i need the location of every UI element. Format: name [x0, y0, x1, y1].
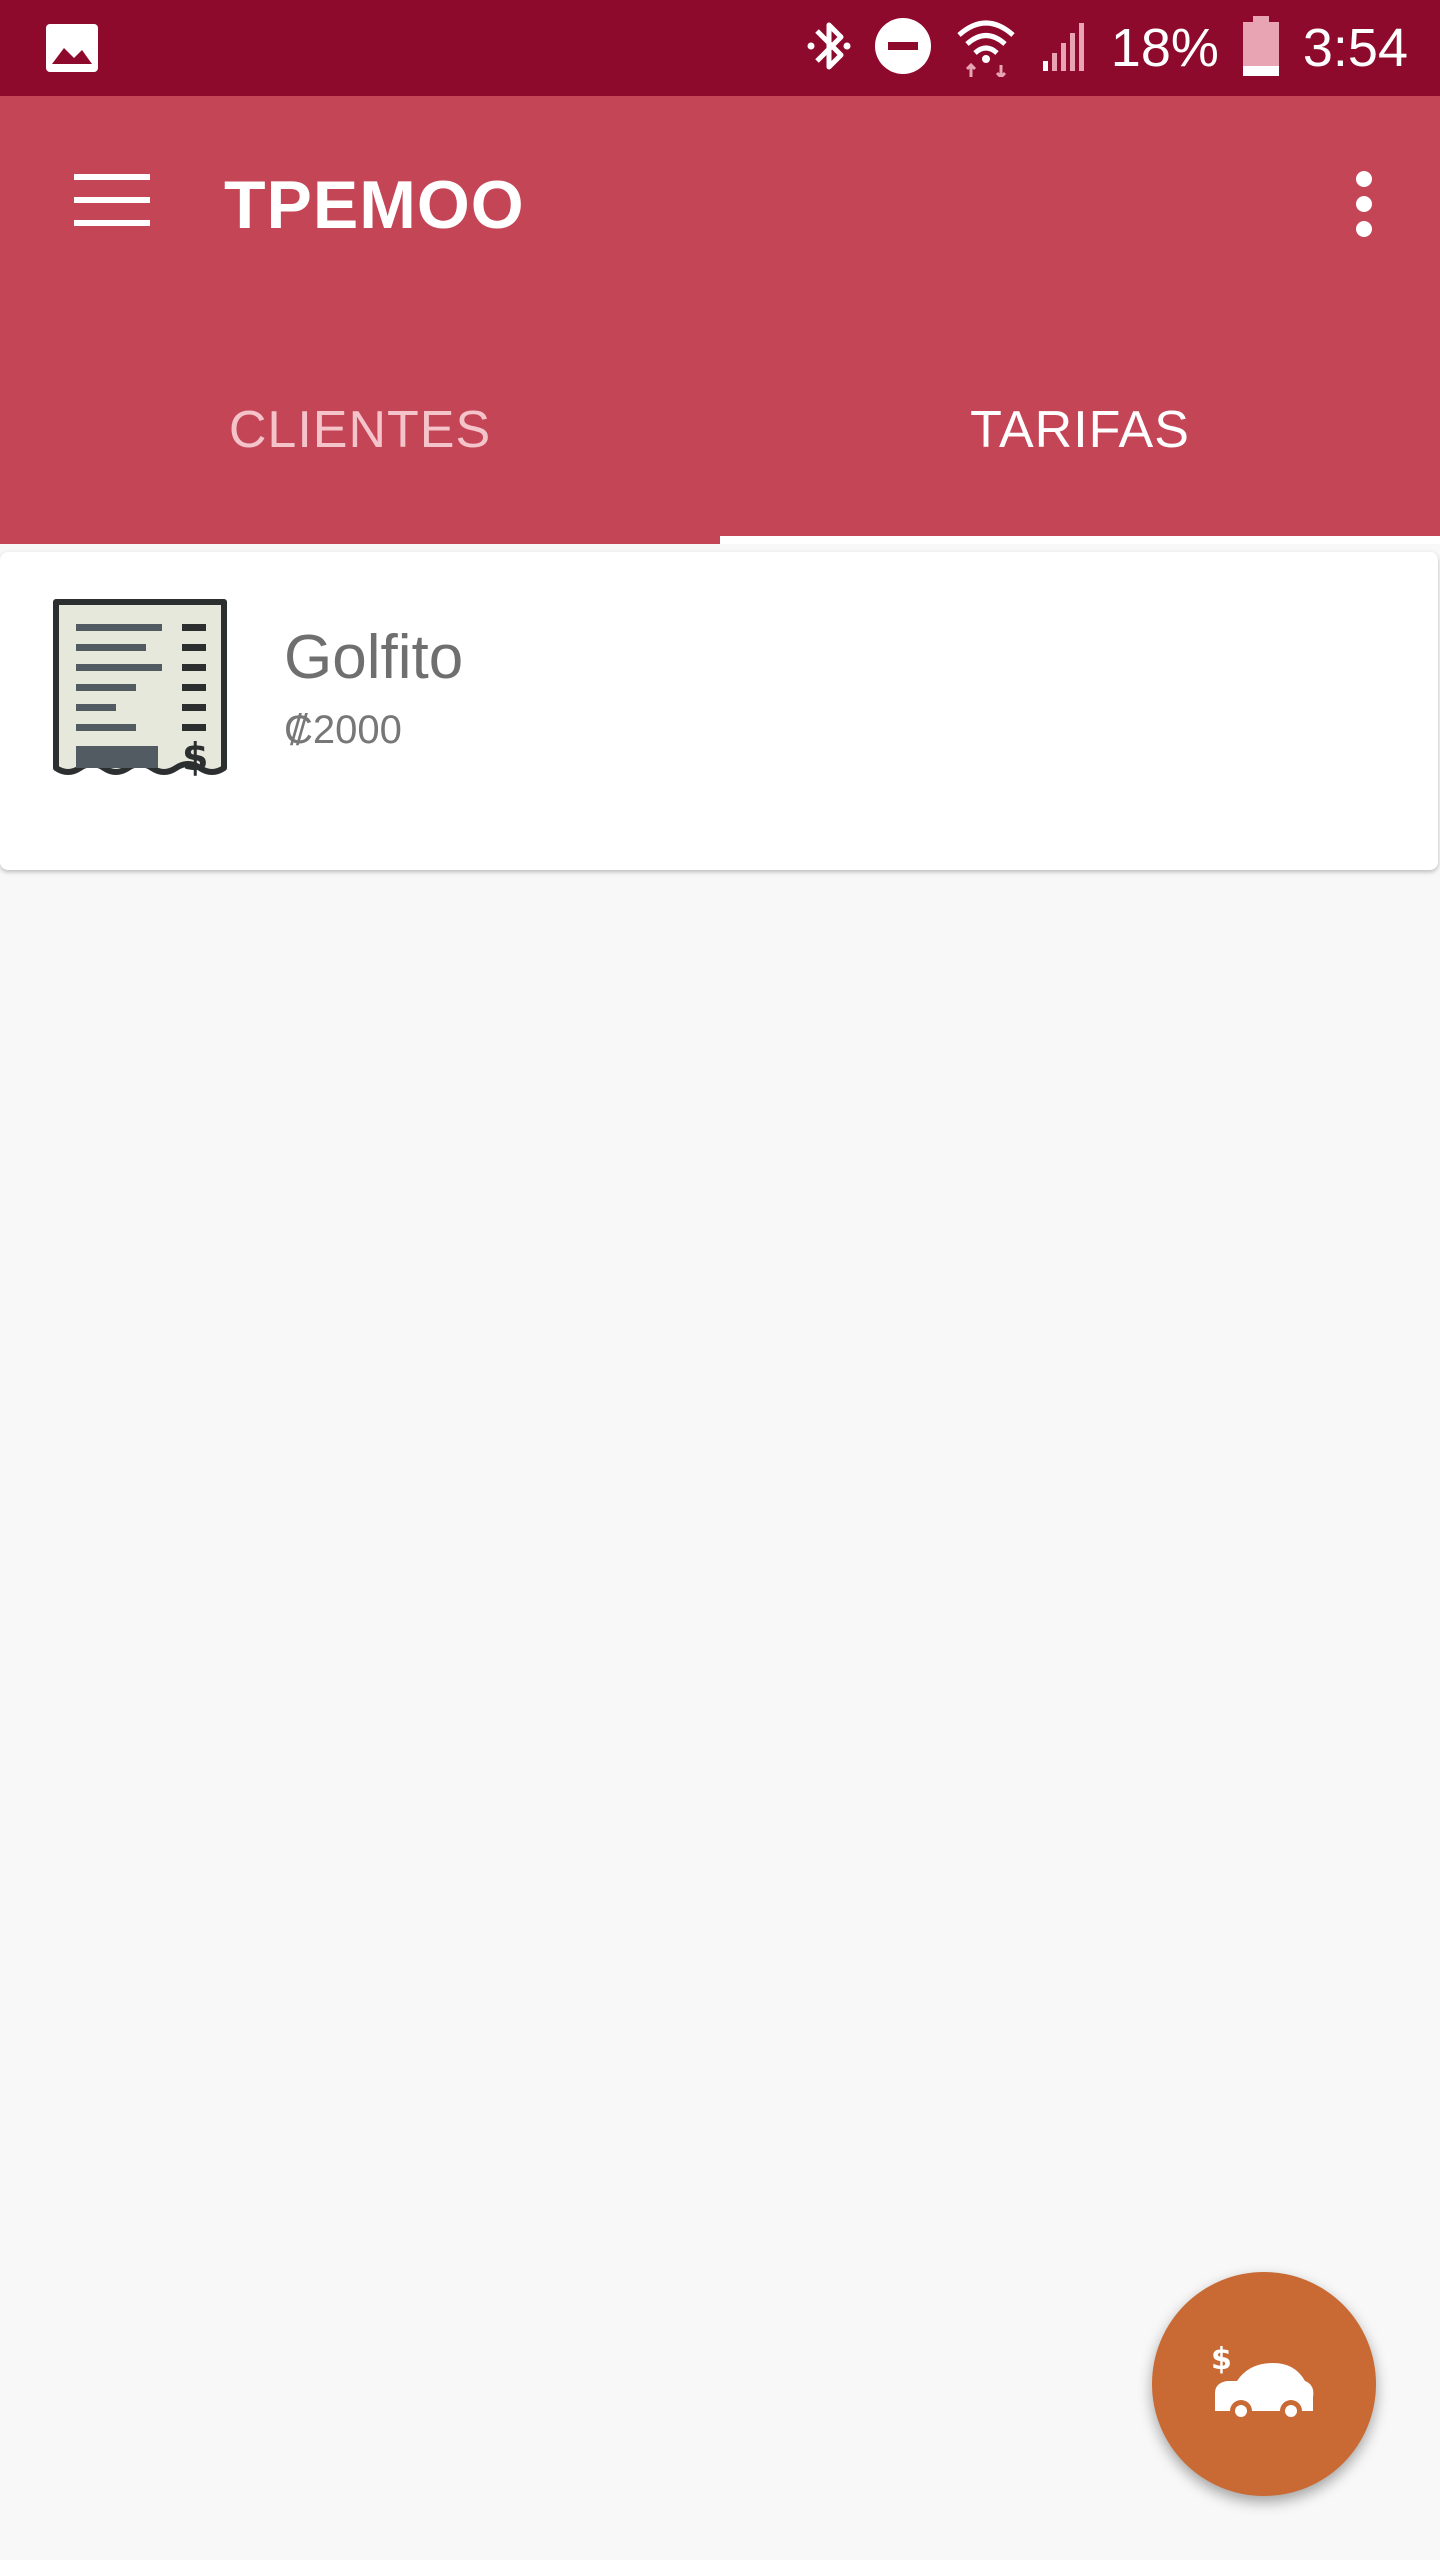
app-bar: TPEMOO CLIENTES TARIFAS	[0, 96, 1440, 544]
receipt-icon: $	[52, 598, 230, 779]
item-title: Golfito	[284, 623, 464, 692]
tab-clientes[interactable]: CLIENTES	[0, 316, 720, 544]
tab-tarifas[interactable]: TARIFAS	[720, 316, 1440, 544]
item-price: ₡2000	[284, 708, 402, 752]
battery-percent: 18%	[1110, 18, 1219, 78]
status-bar: 18% 3:54	[0, 0, 1440, 96]
overflow-menu-button[interactable]	[1328, 166, 1400, 246]
bluetooth-icon	[807, 17, 851, 80]
svg-text:$: $	[1211, 2342, 1232, 2377]
app-title: TPEMOO	[224, 167, 525, 243]
clock: 3:54	[1302, 18, 1408, 78]
list-item[interactable]: $ Golfito ₡2000	[0, 552, 1438, 870]
do-not-disturb-icon	[873, 16, 933, 81]
hamburger-menu-icon	[74, 172, 150, 233]
add-fare-button[interactable]: $	[1152, 2272, 1376, 2496]
car-dollar-icon: $	[1209, 2337, 1319, 2432]
battery-icon	[1241, 15, 1281, 81]
more-vert-icon	[1354, 170, 1374, 243]
signal-icon	[1039, 21, 1089, 76]
wifi-icon	[955, 15, 1017, 82]
menu-button[interactable]	[56, 156, 168, 248]
gallery-icon	[44, 22, 100, 74]
svg-text:$: $	[182, 735, 208, 778]
tab-bar: CLIENTES TARIFAS	[0, 316, 1440, 544]
